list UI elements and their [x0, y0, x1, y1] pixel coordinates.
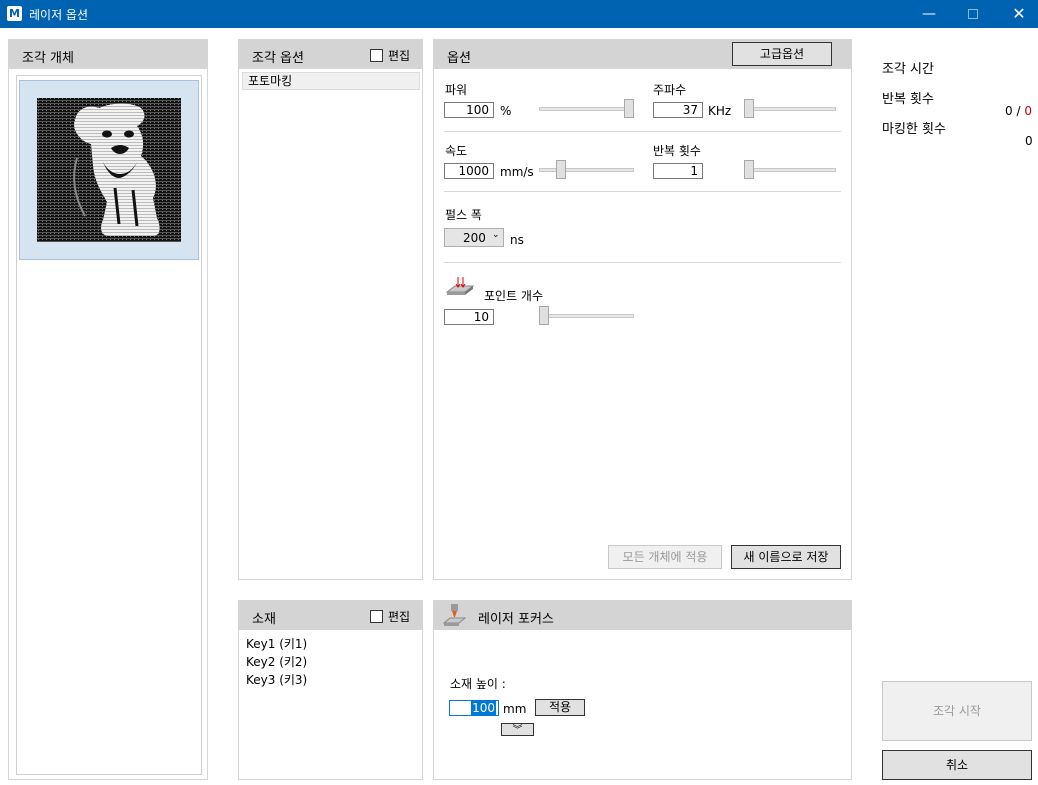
points-slider[interactable]	[539, 306, 634, 326]
repeat-slider-thumb[interactable]	[744, 160, 754, 179]
minimize-icon: —	[922, 6, 936, 22]
window-title: 레이저 옵션	[29, 8, 89, 22]
power-slider-thumb[interactable]	[624, 99, 634, 118]
apply-all-objects-button[interactable]: 모든 개체에 적용	[608, 545, 722, 569]
chevron-down-icon: ⌄	[492, 230, 500, 240]
points-slider-track	[539, 314, 634, 318]
start-engrave-button[interactable]: 조각 시작	[882, 681, 1032, 741]
objects-panel-header: 조각 개체	[9, 40, 207, 69]
laser-focus-title: 레이저 포커스	[478, 612, 554, 627]
points-slider-thumb[interactable]	[539, 306, 549, 325]
list-item-label: 포토마킹	[248, 74, 293, 88]
speed-slider-thumb[interactable]	[556, 160, 566, 179]
point-marking-icon	[445, 277, 475, 295]
repeat-total-value: 0	[1024, 104, 1032, 118]
repeat-slider[interactable]	[744, 160, 836, 180]
objects-panel-title: 조각 개체	[22, 51, 74, 66]
repeat-separator: /	[1012, 104, 1025, 118]
laser-focus-icon	[442, 604, 467, 626]
objects-list[interactable]	[16, 75, 202, 775]
dog-photo-thumbnail	[37, 98, 181, 242]
pulse-width-select[interactable]: 200 ⌄	[444, 228, 504, 247]
focus-apply-button[interactable]: 적용	[535, 699, 585, 716]
material-panel-header: 소재 편집	[239, 601, 422, 630]
list-item-label: Key3 (키3)	[246, 673, 308, 687]
checkbox-box-icon	[370, 49, 383, 62]
close-button[interactable]: ✕	[996, 0, 1038, 28]
speed-input[interactable]: 1000	[444, 163, 494, 179]
speed-label: 속도	[445, 144, 468, 158]
marked-count-value: 0	[1025, 134, 1033, 148]
frequency-label: 주파수	[653, 83, 687, 97]
list-item[interactable]: Key1 (키1)	[246, 635, 307, 652]
divider	[444, 131, 841, 132]
advanced-options-button[interactable]: 고급옵션	[732, 42, 832, 66]
engrave-options-list-panel: 조각 옵션 편집 포토마킹	[238, 39, 423, 580]
app-logo-icon: M	[7, 6, 22, 21]
speed-unit: mm/s	[500, 165, 534, 179]
power-input[interactable]: 100	[444, 102, 494, 118]
frequency-slider-track	[744, 107, 836, 111]
power-label: 파워	[445, 83, 468, 97]
power-slider-track	[539, 107, 634, 111]
divider	[444, 262, 841, 263]
list-item-label: Key1 (키1)	[246, 637, 308, 651]
frequency-unit: KHz	[708, 104, 732, 118]
options-panel: 옵션 고급옵션 파워 100 % 주파수 37 KHz 속도 1000 mm/s…	[433, 39, 852, 580]
divider	[444, 191, 841, 192]
material-height-label: 소재 높이 :	[450, 677, 506, 691]
laser-focus-header: 레이저 포커스	[434, 601, 851, 630]
repeat-input[interactable]: 1	[653, 163, 703, 179]
pulse-width-unit: ns	[510, 233, 524, 247]
speed-slider[interactable]	[539, 160, 634, 180]
speed-slider-track	[539, 168, 634, 172]
pulse-width-value: 200	[463, 231, 486, 245]
material-height-unit: mm	[503, 702, 527, 716]
maximize-button[interactable]	[950, 0, 996, 28]
material-edit-checkbox[interactable]: 편집	[370, 608, 410, 625]
double-chevron-down-icon: ︾	[512, 725, 523, 736]
options-edit-checkbox[interactable]: 편집	[370, 47, 410, 64]
material-height-value: 100	[471, 701, 496, 715]
marked-count-label: 마킹한 횟수	[882, 122, 946, 137]
laser-focus-panel: 레이저 포커스 소재 높이 : 100 mm 적용 ︾	[433, 600, 852, 780]
options-panel-title: 옵션	[447, 51, 471, 66]
frequency-slider-thumb[interactable]	[744, 99, 754, 118]
minimize-button[interactable]: —	[906, 0, 952, 28]
repeat-slider-track	[744, 168, 836, 172]
list-item[interactable]: Key3 (키3)	[246, 671, 307, 688]
objects-panel: 조각 개체	[8, 39, 208, 780]
material-panel-title: 소재	[252, 612, 276, 627]
expand-focus-button[interactable]: ︾	[501, 723, 534, 736]
save-as-new-name-button[interactable]: 새 이름으로 저장	[731, 545, 841, 569]
checkbox-box-icon	[370, 610, 383, 623]
engrave-options-list-header: 조각 옵션 편집	[239, 40, 422, 69]
repeat-done-value: 0	[1005, 104, 1013, 118]
maximize-icon	[968, 9, 978, 19]
close-icon: ✕	[1012, 4, 1026, 23]
material-panel: 소재 편집 Key1 (키1) Key2 (키2) Key3 (키3)	[238, 600, 423, 780]
list-item[interactable]: 포토마킹	[242, 72, 420, 90]
cancel-button[interactable]: 취소	[882, 750, 1032, 780]
material-height-input[interactable]: 100	[449, 700, 499, 716]
title-bar: M 레이저 옵션 — ✕	[0, 0, 1038, 28]
engrave-options-list-title: 조각 옵션	[252, 51, 304, 66]
points-label: 포인트 개수	[484, 289, 544, 303]
options-edit-label: 편집	[388, 49, 411, 63]
frequency-slider[interactable]	[744, 99, 836, 119]
material-edit-label: 편집	[388, 610, 411, 624]
repeat-label: 반복 횟수	[653, 144, 701, 158]
power-slider[interactable]	[539, 99, 634, 119]
repeat-count-value: 0 / 0	[1005, 104, 1032, 118]
points-input[interactable]: 10	[444, 309, 494, 325]
power-unit: %	[500, 104, 512, 118]
object-thumbnail-item[interactable]	[19, 80, 199, 260]
frequency-input[interactable]: 37	[653, 102, 703, 118]
pulse-width-label: 펄스 폭	[445, 208, 482, 222]
engrave-time-label: 조각 시간	[882, 62, 934, 77]
list-item-label: Key2 (키2)	[246, 655, 308, 669]
repeat-count-label: 반복 횟수	[882, 92, 934, 107]
list-item[interactable]: Key2 (키2)	[246, 653, 307, 670]
